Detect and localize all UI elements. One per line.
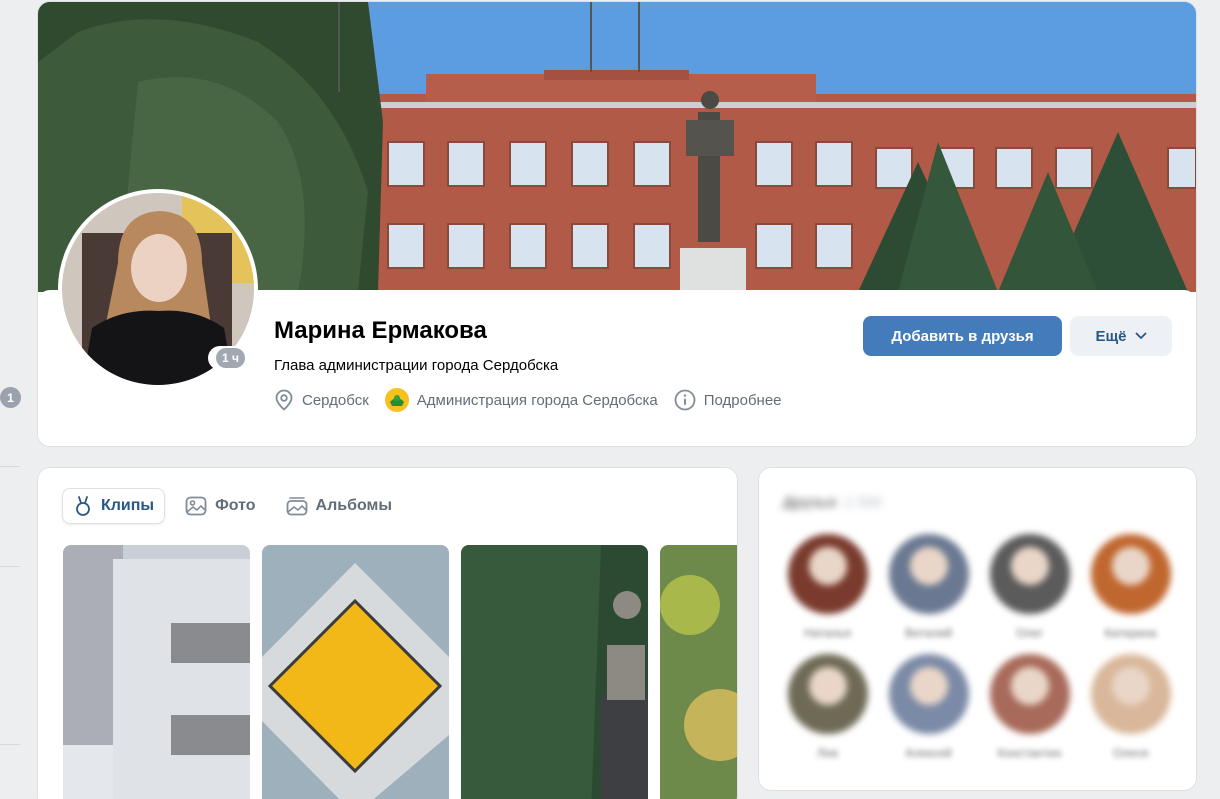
organization-emblem-icon [384, 388, 409, 412]
friend-avatar [888, 654, 969, 734]
friend-avatar [989, 534, 1070, 614]
media-tabs: Клипы Фото Альбомы [62, 488, 402, 524]
chevron-down-icon [1135, 332, 1146, 339]
notification-badge[interactable]: 1 [0, 387, 21, 408]
details-label: Подробнее [703, 391, 782, 409]
friend-item[interactable]: Катерина [1080, 534, 1181, 640]
friends-title[interactable]: Друзья 1 566 [783, 494, 882, 511]
work-label: Администрация города Сердобска [416, 391, 658, 409]
media-card: Клипы Фото Альбомы [38, 468, 737, 799]
profile-name: Марина Ермакова [274, 317, 487, 344]
friend-avatar [787, 534, 868, 614]
clip-thumbnail[interactable] [63, 545, 250, 799]
location-pin-icon [275, 389, 293, 411]
tab-photo[interactable]: Фото [175, 488, 265, 524]
photo-icon [185, 496, 207, 516]
left-sidebar: 1 [0, 0, 21, 799]
friend-avatar [1090, 654, 1171, 734]
friend-avatar [888, 534, 969, 614]
friend-item[interactable]: Лев [777, 654, 878, 760]
clip-thumbnail[interactable] [262, 545, 449, 799]
friend-item[interactable]: Алексей [878, 654, 979, 760]
friend-item[interactable]: Наталья [777, 534, 878, 640]
online-status-badge: 1 ч [208, 346, 253, 370]
location-label: Сердобск [302, 391, 369, 409]
add-friend-button[interactable]: Добавить в друзья [863, 316, 1062, 356]
friend-avatar [1090, 534, 1171, 614]
tab-albums[interactable]: Альбомы [276, 488, 403, 524]
sidebar-divider [0, 466, 20, 467]
clip-thumbnail[interactable] [461, 545, 648, 799]
friends-grid: Наталья Виталий Олег Катерина Лев Алексе… [777, 534, 1181, 760]
more-button-label: Ещё [1095, 327, 1127, 345]
friend-name: Олеся [1112, 746, 1149, 760]
clips-row [63, 545, 737, 799]
online-status-label: 1 ч [216, 348, 245, 368]
info-icon [674, 389, 696, 411]
friend-name: Алексей [905, 746, 952, 760]
friend-name: Наталья [804, 626, 851, 640]
more-button[interactable]: Ещё [1070, 316, 1172, 356]
clips-icon [76, 496, 90, 516]
friend-name: Виталий [904, 626, 953, 640]
tab-clips[interactable]: Клипы [62, 488, 166, 524]
friend-name: Константин [997, 746, 1062, 760]
tab-clips-label: Клипы [101, 497, 155, 514]
friends-count: 1 566 [844, 494, 882, 511]
profile-meta: Сердобск Администрация города Сердобска … [274, 388, 782, 412]
friend-item[interactable]: Виталий [878, 534, 979, 640]
friend-item[interactable]: Константин [979, 654, 1080, 760]
friends-card: Друзья 1 566 Наталья Виталий Олег Катерин… [759, 468, 1196, 790]
friend-name: Олег [1015, 626, 1044, 640]
friend-name: Катерина [1104, 626, 1157, 640]
friend-item[interactable]: Олег [979, 534, 1080, 640]
sidebar-divider [0, 566, 20, 567]
work-link[interactable]: Администрация города Сердобска [384, 388, 658, 412]
tab-photo-label: Фото [215, 497, 256, 514]
friend-avatar [787, 654, 868, 734]
albums-icon [286, 497, 307, 516]
friend-avatar [989, 654, 1070, 734]
details-link[interactable]: Подробнее [674, 389, 782, 411]
friends-title-label: Друзья [783, 494, 837, 511]
tab-albums-label: Альбомы [315, 497, 393, 514]
clip-thumbnail[interactable] [660, 545, 737, 799]
friend-name: Лев [817, 746, 838, 760]
profile-status: Глава администрации города Сердобска [274, 357, 559, 374]
sidebar-divider [0, 744, 20, 745]
location-link[interactable]: Сердобск [274, 389, 369, 411]
friend-item[interactable]: Олеся [1080, 654, 1181, 760]
